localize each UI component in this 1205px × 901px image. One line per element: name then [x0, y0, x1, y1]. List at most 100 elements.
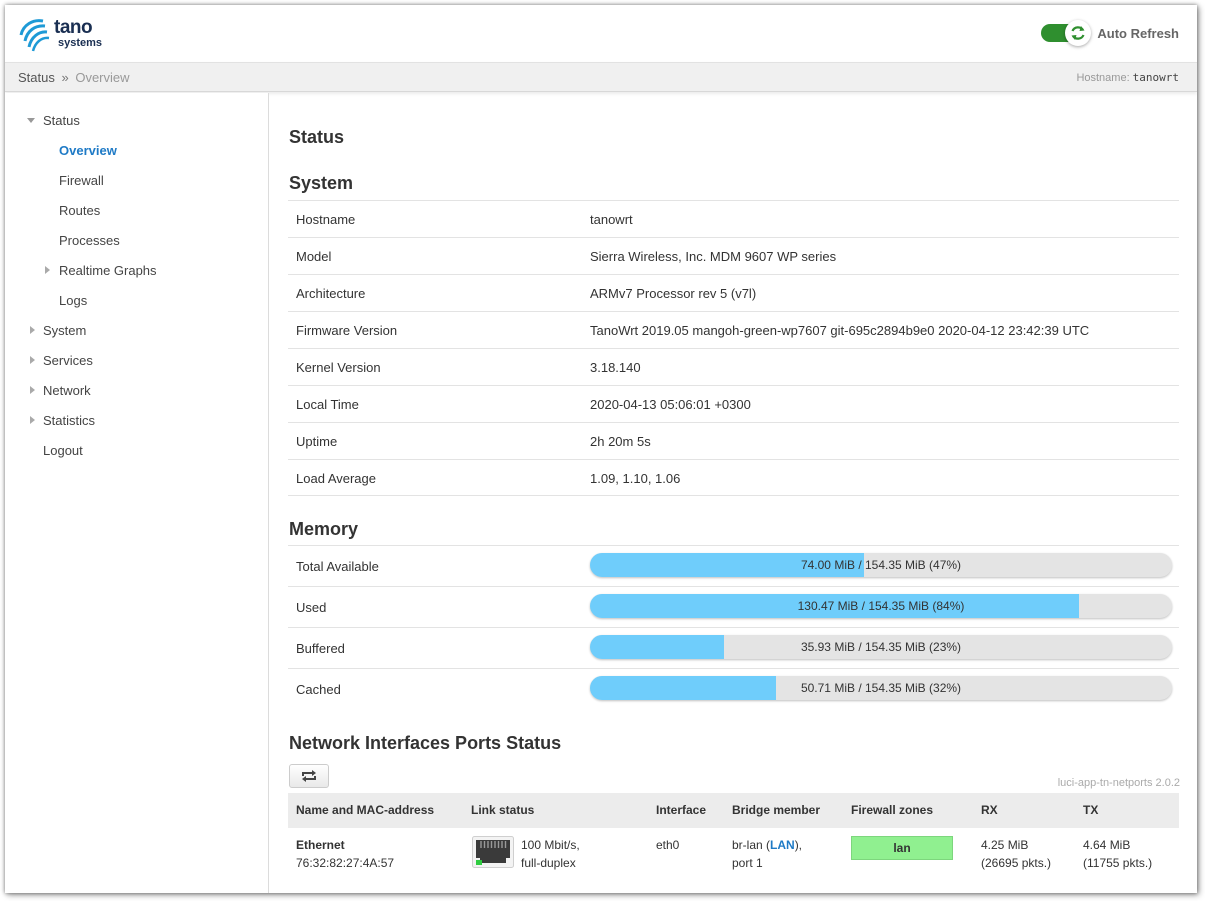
- rx-bytes: 4.25 MiB: [981, 838, 1029, 852]
- auto-refresh-toggle[interactable]: [1041, 20, 1092, 46]
- ethernet-port-icon: [472, 836, 514, 868]
- sidebar-item-logout[interactable]: Logout: [43, 440, 83, 460]
- memory-progress-bar: 35.93 MiB / 154.35 MiB (23%): [590, 635, 1172, 659]
- memory-row: Buffered 35.93 MiB / 154.35 MiB (23%): [288, 627, 1179, 668]
- logo-text-systems: systems: [58, 37, 103, 49]
- link-status-cell: 100 Mbit/s, full-duplex: [521, 836, 580, 872]
- row-value: ARMv7 Processor rev 5 (v7l): [590, 286, 757, 301]
- link-speed: 100 Mbit/s,: [521, 838, 580, 852]
- caret-down-icon[interactable]: [27, 118, 35, 123]
- rx-cell: 4.25 MiB (26695 pkts.): [981, 836, 1051, 872]
- app-window: tano systems Auto Refresh Status » Overv…: [5, 5, 1197, 893]
- bridge-lan-link[interactable]: LAN: [770, 838, 795, 852]
- caret-right-icon[interactable]: [45, 266, 50, 274]
- sidebar-item-system[interactable]: System: [43, 320, 86, 340]
- tano-systems-logo[interactable]: tano systems: [17, 13, 117, 55]
- breadcrumb-bar: Status » Overview Hostname: tanowrt: [5, 62, 1197, 92]
- row-key: Used: [296, 600, 327, 615]
- table-row: Model Sierra Wireless, Inc. MDM 9607 WP …: [288, 237, 1179, 274]
- auto-refresh-label[interactable]: Auto Refresh: [1097, 26, 1179, 41]
- table-row: Ethernet 76:32:82:27:4A:57 100 Mbit/s, f…: [288, 828, 1179, 878]
- auto-refresh-control: Auto Refresh: [1041, 20, 1179, 46]
- hostname-indicator: Hostname: tanowrt: [1076, 71, 1179, 84]
- row-value: 3.18.140: [590, 360, 641, 375]
- breadcrumb-status-link[interactable]: Status: [18, 70, 55, 85]
- row-key: Uptime: [296, 434, 338, 449]
- package-version: luci-app-tn-netports 2.0.2: [1057, 777, 1180, 789]
- progress-text: 74.00 MiB / 154.35 MiB (47%): [800, 558, 962, 572]
- hostname-value: tanowrt: [1132, 71, 1179, 84]
- sidebar-item-logs[interactable]: Logs: [59, 290, 87, 310]
- column-header: Name and MAC-address: [296, 803, 435, 817]
- memory-progress-bar: 130.47 MiB / 154.35 MiB (84%): [590, 594, 1172, 618]
- caret-right-icon[interactable]: [30, 386, 35, 394]
- memory-row: Total Available 74.00 MiB / 154.35 MiB (…: [288, 545, 1179, 586]
- table-header: Name and MAC-address Link status Interfa…: [288, 793, 1179, 828]
- table-row: Architecture ARMv7 Processor rev 5 (v7l): [288, 274, 1179, 311]
- toggle-knob: [1065, 20, 1092, 46]
- row-key: Cached: [296, 682, 341, 697]
- table-row: Uptime 2h 20m 5s: [288, 422, 1179, 459]
- row-value: 2020-04-13 05:06:01 +0300: [590, 397, 751, 412]
- caret-right-icon[interactable]: [30, 326, 35, 334]
- memory-progress-bar: 74.00 MiB / 154.35 MiB (47%): [590, 553, 1172, 577]
- port-name: Ethernet: [296, 838, 345, 852]
- memory-progress-bar: 50.71 MiB / 154.35 MiB (32%): [590, 676, 1172, 700]
- sidebar-nav: Status Overview Firewall Routes Processe…: [5, 93, 269, 893]
- port-mac: 76:32:82:27:4A:57: [296, 856, 395, 870]
- row-value: Sierra Wireless, Inc. MDM 9607 WP series: [590, 249, 837, 264]
- sidebar-item-overview[interactable]: Overview: [59, 140, 117, 160]
- sidebar-item-network[interactable]: Network: [43, 380, 91, 400]
- bridge-port: port 1: [732, 856, 763, 870]
- table-row: Local Time 2020-04-13 05:06:01 +0300: [288, 385, 1179, 422]
- row-value: 1.09, 1.10, 1.06: [590, 471, 681, 486]
- rx-packets: (26695 pkts.): [981, 856, 1052, 870]
- column-header: Firewall zones: [851, 803, 934, 817]
- page-title: Status: [289, 127, 345, 147]
- row-key: Hostname: [296, 212, 356, 227]
- system-info-table: Hostname tanowrt Model Sierra Wireless, …: [288, 200, 1179, 496]
- row-key: Local Time: [296, 397, 359, 412]
- sidebar-item-realtime-graphs[interactable]: Realtime Graphs: [59, 260, 157, 280]
- table-row: Kernel Version 3.18.140: [288, 348, 1179, 385]
- row-key: Firmware Version: [296, 323, 398, 338]
- row-value: 2h 20m 5s: [590, 434, 651, 449]
- hostname-label: Hostname:: [1076, 72, 1130, 84]
- memory-row: Used 130.47 MiB / 154.35 MiB (84%): [288, 586, 1179, 627]
- refresh-icon: [1071, 26, 1085, 40]
- row-key: Buffered: [296, 641, 345, 656]
- column-header: RX: [981, 803, 998, 817]
- row-key: Model: [296, 249, 332, 264]
- breadcrumb-current: Overview: [75, 70, 130, 85]
- progress-text: 50.71 MiB / 154.35 MiB (32%): [800, 681, 962, 695]
- sidebar-item-status[interactable]: Status: [43, 110, 80, 130]
- caret-right-icon[interactable]: [30, 416, 35, 424]
- sidebar-item-routes[interactable]: Routes: [59, 200, 100, 220]
- repeat-icon: [302, 770, 316, 782]
- tx-bytes: 4.64 MiB: [1083, 838, 1131, 852]
- ports-table: Name and MAC-address Link status Interfa…: [288, 793, 1179, 878]
- sidebar-item-services[interactable]: Services: [43, 350, 93, 370]
- port-name-cell: Ethernet 76:32:82:27:4A:57: [296, 836, 394, 872]
- ports-refresh-button[interactable]: [289, 764, 329, 788]
- caret-right-icon[interactable]: [30, 356, 35, 364]
- sidebar-item-statistics[interactable]: Statistics: [43, 410, 95, 430]
- tx-cell: 4.64 MiB (11755 pkts.): [1083, 836, 1152, 872]
- bridge-member-cell: br-lan (LAN), port 1: [732, 836, 802, 872]
- column-header: Interface: [656, 803, 707, 817]
- row-value: TanoWrt 2019.05 mangoh-green-wp7607 git-…: [590, 323, 1090, 338]
- bridge-prefix: br-lan (: [732, 838, 771, 852]
- row-key: Kernel Version: [296, 360, 381, 375]
- memory-row: Cached 50.71 MiB / 154.35 MiB (32%): [288, 668, 1179, 709]
- sidebar-item-firewall[interactable]: Firewall: [59, 170, 104, 190]
- row-value: tanowrt: [590, 212, 633, 227]
- breadcrumb: Status » Overview: [18, 70, 130, 85]
- system-section-title: System: [289, 173, 354, 193]
- sidebar-item-processes[interactable]: Processes: [59, 230, 120, 250]
- breadcrumb-separator: »: [61, 70, 69, 85]
- tx-packets: (11755 pkts.): [1083, 856, 1153, 870]
- row-key: Load Average: [296, 471, 376, 486]
- column-header: TX: [1083, 803, 1099, 817]
- table-row: Firmware Version TanoWrt 2019.05 mangoh-…: [288, 311, 1179, 348]
- interface-cell: eth0: [656, 838, 680, 852]
